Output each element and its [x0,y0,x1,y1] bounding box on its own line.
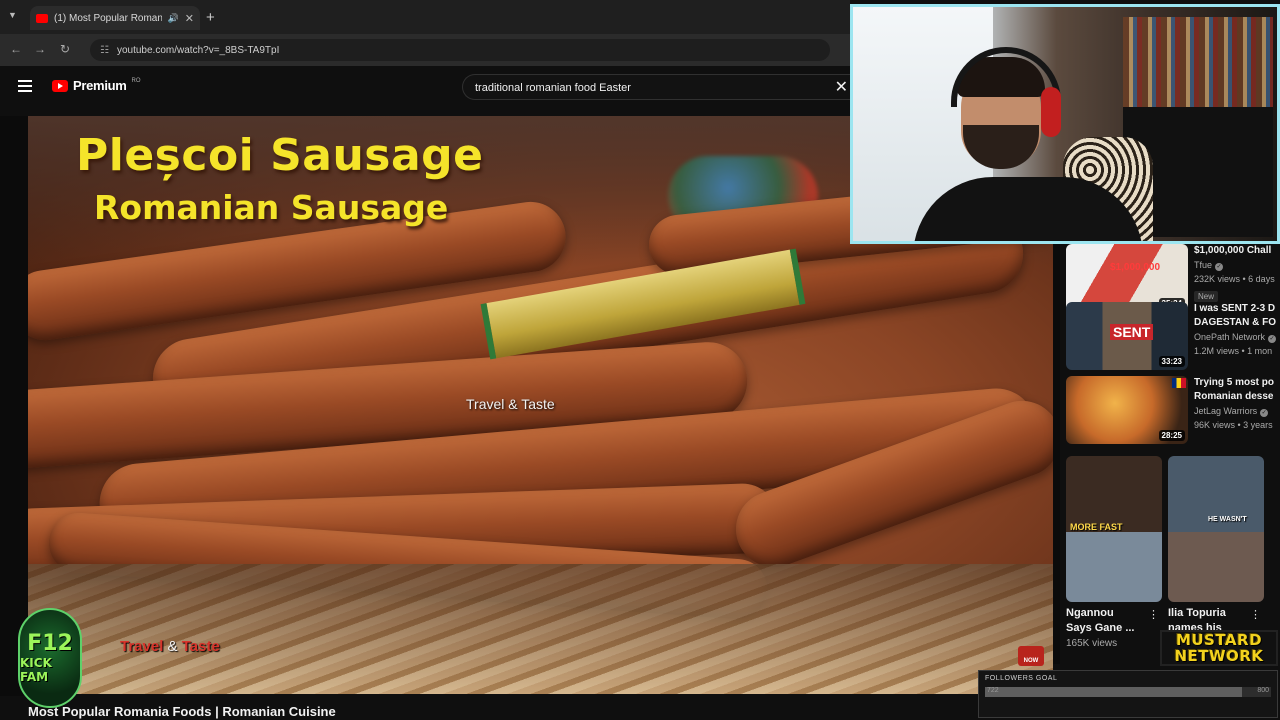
short-thumbnail[interactable]: HE WASN'T [1168,456,1264,602]
bookshelf [1123,17,1273,107]
kickfam-text-2: KICK FAM [20,656,52,684]
search-input[interactable] [475,79,805,96]
recommendation-title-line-2[interactable]: Romanian desse [1194,390,1280,404]
subscribe-now-button[interactable]: NOW [1018,646,1044,666]
short-title-line-2[interactable]: Says Gane ... [1066,621,1162,636]
new-badge: New [1194,291,1219,302]
brand-ampersand: & [167,638,178,655]
youtube-header: Premium RO ✕ [0,66,850,112]
tab-title: (1) Most Popular Romania Foods [54,12,162,24]
thumbnail-text: SENT [1110,324,1154,340]
channel-brand: Travel & Taste [120,638,220,655]
search-box: ✕ [462,74,850,100]
clear-search-icon[interactable]: ✕ [835,77,848,97]
streamer-webcam [850,4,1280,244]
channel-name[interactable]: JetLag Warriors [1194,406,1257,416]
video-overlay-subtitle: Romanian Sausage [94,188,449,227]
omnibox[interactable]: ☷ youtube.com/watch?v=_8BS-TA9TpI [90,39,830,61]
network-text-1: MUSTARD [1175,631,1263,649]
youtube-favicon-icon [36,13,48,23]
site-info-icon[interactable]: ☷ [100,45,109,56]
more-options-icon[interactable]: ⋮ [1148,608,1159,621]
verified-icon: ✓ [1215,263,1224,271]
video-stats: 1.2M views • 1 mon [1194,346,1273,356]
youtube-play-icon [52,79,68,92]
left-frame [0,116,28,696]
browser-tab[interactable]: (1) Most Popular Romania Foods 🔊 ✕ [30,6,200,30]
address-bar: ← → ↻ ☷ youtube.com/watch?v=_8BS-TA9TpI [0,34,850,66]
thumbnail-text: $1,000,000 [1110,262,1161,273]
new-tab-icon[interactable]: + [206,9,215,26]
country-code: RO [131,77,141,84]
goal-progress-fill [985,687,1243,697]
goal-label: FOLLOWERS GOAL [985,675,1058,682]
address-text: youtube.com/watch?v=_8BS-TA9TpI [116,44,280,56]
kick-fam-logo: F12 KICK FAM [18,608,82,708]
recommendation-title[interactable]: $1,000,000 Chall [1194,244,1280,258]
logo-text: Premium [73,78,127,93]
duration-badge: 33:23 [1158,356,1185,367]
right-frame [1053,244,1060,664]
kickfam-text-1: F12 [27,631,73,656]
recommendation-item[interactable]: SENT 33:23 I was SENT 2-3 D DAGESTAN & F… [1066,302,1280,374]
brand-word-travel: Travel [120,638,164,655]
channel-name[interactable]: OnePath Network [1194,332,1265,342]
goal-progress-bar [985,687,1271,697]
hamburger-menu-icon[interactable] [18,80,32,92]
wicker-basket [28,564,1053,694]
video-thumbnail[interactable]: SENT 33:23 [1066,302,1188,370]
recommendation-item[interactable]: 28:25 Trying 5 most po Romanian desse Je… [1066,376,1280,448]
more-options-icon[interactable]: ⋮ [1250,608,1261,621]
video-stats: 96K views • 3 years [1194,420,1273,430]
verified-icon: ✓ [1260,409,1269,417]
short-caption: HE WASN'T [1208,516,1247,523]
verified-icon: ✓ [1268,335,1277,343]
video-title: Most Popular Romania Foods | Romanian Cu… [28,704,336,719]
romania-flag-icon [1172,378,1186,388]
brand-word-taste: Taste [181,638,220,655]
goal-current: 722 [987,687,999,694]
mustard-network-logo: MUSTARD NETWORK [1160,630,1278,666]
short-views: 165K views [1066,638,1118,649]
duration-badge: 28:25 [1158,430,1185,441]
short-thumbnail[interactable]: MORE FAST [1066,456,1162,602]
recommendation-title-line-2[interactable]: DAGESTAN & FO [1194,316,1280,330]
recommendation-title[interactable]: I was SENT 2-3 D [1194,302,1280,316]
video-watermark: Travel & Taste [466,396,555,412]
short-caption: MORE FAST [1070,522,1123,532]
reload-icon[interactable]: ↻ [60,42,70,56]
video-stats: 232K views • 6 days [1194,274,1275,284]
youtube-premium-logo[interactable]: Premium RO [52,78,141,93]
back-icon[interactable]: ← [10,42,22,56]
speaker-icon[interactable]: 🔊 [168,13,179,24]
video-overlay-title: Pleșcoi Sausage [76,130,484,181]
tab-search-icon[interactable]: ▼ [8,10,17,20]
followers-goal-widget: FOLLOWERS GOAL 722 800 [978,670,1278,718]
headset-icon [1041,87,1061,137]
recommendation-title[interactable]: Trying 5 most po [1194,376,1280,390]
goal-total: 800 [1257,687,1269,694]
browser-tab-bar: ▼ (1) Most Popular Romania Foods 🔊 ✕ + [0,0,850,34]
close-tab-icon[interactable]: ✕ [185,12,194,25]
network-text-2: NETWORK [1174,647,1264,665]
forward-icon[interactable]: → [34,42,46,56]
channel-name[interactable]: Tfue [1194,260,1212,270]
video-thumbnail[interactable]: 28:25 [1066,376,1188,444]
